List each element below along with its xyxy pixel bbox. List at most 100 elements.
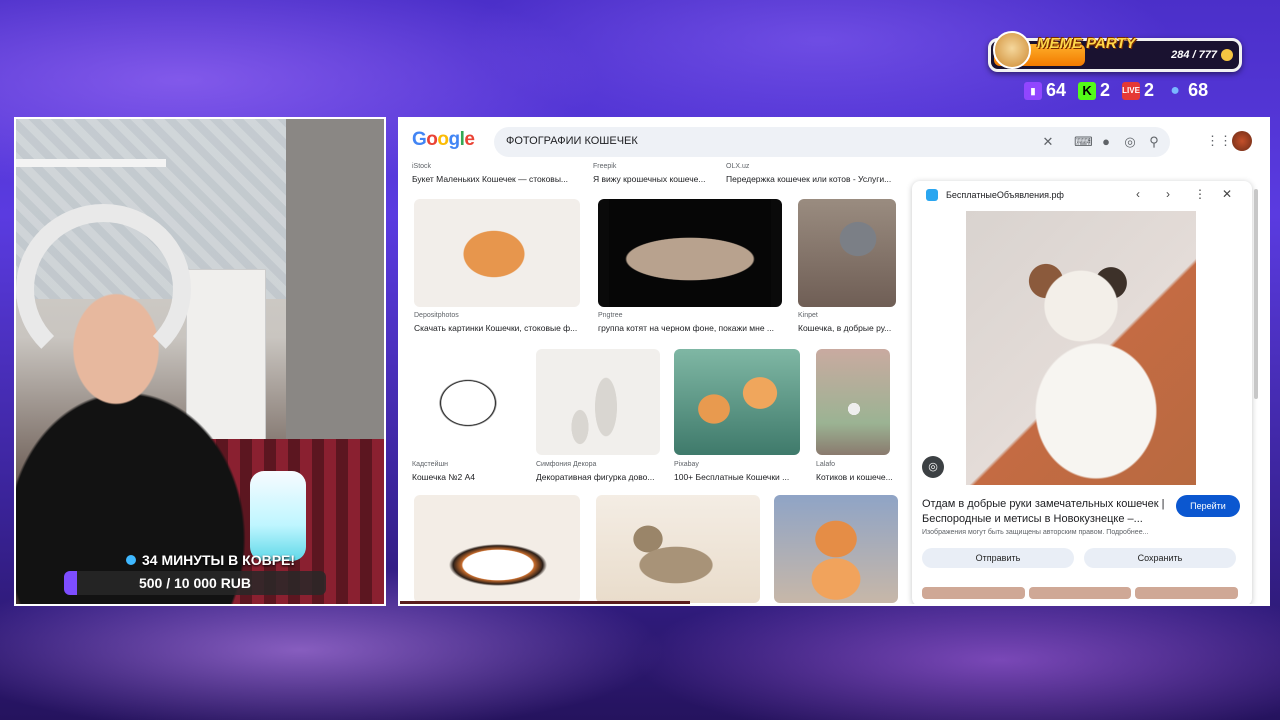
goal-bullet-icon (126, 555, 136, 565)
stat-value: 68 (1188, 80, 1209, 100)
result-source: Depositphotos (414, 312, 459, 319)
result-source: Kinpet (798, 312, 818, 319)
donation-goal-bar: 500 / 10 000 RUB (64, 571, 326, 595)
stat-value: 64 (1046, 80, 1067, 100)
stat-live: LIVE 2 (1122, 80, 1154, 101)
result-source: Lalafo (816, 461, 836, 468)
result-caption: Кошечка, в добрые ру... (798, 323, 892, 333)
result-tile[interactable]: iStock Букет Маленьких Кошечек — стоковы… (412, 163, 582, 187)
result-tile[interactable]: Pngtree группа котят на черном фоне, пок… (598, 199, 782, 333)
meme-party-count: 284 / 777 (1171, 49, 1217, 61)
more-icon[interactable]: ⋮ (1194, 187, 1206, 201)
preview-site-name[interactable]: БесплатныеОбъявления.рф (946, 190, 1064, 200)
kick-icon: K (1078, 81, 1097, 100)
meme-party-widget: MEME PARTY 284 / 777 (988, 31, 1242, 72)
scrollbar[interactable] (1254, 189, 1258, 399)
share-button[interactable]: Отправить (922, 548, 1074, 568)
goal-title: 34 МИНУТЫ В КОВРЕ! (142, 552, 296, 568)
microphone-icon[interactable]: ● (1098, 134, 1114, 150)
cartoon-cats-thumbnail[interactable] (674, 349, 800, 455)
result-tile[interactable]: Симфония Декора Декоративная фигурка дов… (536, 349, 660, 483)
result-caption: группа котят на черном фоне, покажи мне … (598, 323, 775, 333)
result-tile[interactable]: Pixabay 100+ Бесплатные Кошечки ... (674, 349, 800, 483)
kitten-thumbnail[interactable] (414, 199, 580, 307)
copyright-note: Изображения могут быть защищены авторски… (922, 529, 1149, 536)
site-favicon-icon (926, 189, 938, 201)
cam-shelf (16, 159, 166, 167)
calico-cat-thumbnail[interactable] (414, 495, 580, 603)
result-source: Кадстейшн (412, 461, 448, 468)
chevron-left-icon[interactable]: ‹ (1136, 187, 1140, 201)
related-thumbnail[interactable] (1135, 587, 1239, 599)
keyboard-icon[interactable]: ⌨ (1074, 134, 1093, 150)
result-tile[interactable] (774, 495, 898, 603)
donation-goal-text: 500 / 10 000 RUB (138, 575, 252, 591)
search-icon[interactable]: ⚲ (1146, 134, 1162, 150)
figurine-thumbnail[interactable] (536, 349, 660, 455)
result-source: Симфония Декора (536, 461, 597, 468)
related-images-strip (922, 587, 1239, 599)
result-caption: Скачать картинки Кошечки, стоковые ф... (414, 323, 578, 333)
stat-value: 2 (1144, 80, 1155, 100)
result-caption: 100+ Бесплатные Кошечки ... (674, 472, 790, 482)
result-caption: Декоративная фигурка дово... (536, 472, 655, 482)
lens-search-icon[interactable]: ◎ (922, 456, 944, 478)
chevron-right-icon[interactable]: › (1166, 187, 1170, 201)
close-icon[interactable]: ✕ (1222, 187, 1232, 201)
result-tile[interactable]: Freepik Я вижу крошечных кошече... (593, 163, 713, 187)
google-header: Google ФОТОГРАФИИ КОШЕЧЕК ✕ ⌨ ● ◎ ⚲ ⋮⋮ (400, 119, 1268, 163)
avatar[interactable] (1232, 131, 1252, 151)
meme-party-title: MEME PARTY (1037, 35, 1136, 52)
search-bar[interactable]: ФОТОГРАФИИ КОШЕЧЕК ✕ ⌨ ● ◎ ⚲ (494, 127, 1170, 157)
image-preview-panel: БесплатныеОбъявления.рф ‹ › ⋮ ✕ ◎ Отдам … (912, 181, 1252, 604)
doge-icon (993, 31, 1031, 69)
room-cat-thumbnail[interactable] (816, 349, 890, 455)
browser-window: Google ФОТОГРАФИИ КОШЕЧЕК ✕ ⌨ ● ◎ ⚲ ⋮⋮ i… (398, 117, 1270, 606)
live-icon: LIVE (1122, 81, 1141, 100)
result-caption: Кошечка №2 А4 (412, 472, 475, 482)
visit-button[interactable]: Перейти (1176, 495, 1240, 517)
result-tile[interactable] (596, 495, 760, 603)
lens-icon[interactable]: ◎ (1122, 134, 1138, 150)
cam-door (286, 119, 384, 489)
headphones (16, 204, 191, 374)
apps-icon[interactable]: ⋮⋮ (1206, 133, 1232, 149)
share-label: Отправить (975, 553, 1021, 563)
result-caption: Передержка кошечек или котов - Услуги... (726, 174, 892, 184)
emoji-icon (1221, 49, 1233, 61)
tabby-cat-thumbnail[interactable] (596, 495, 760, 603)
stat-twitch: ▮ 64 (1024, 80, 1066, 101)
result-source: Freepik (593, 163, 617, 170)
preview-title[interactable]: Отдам в добрые руки замечательных кошече… (922, 497, 1172, 527)
hello-kitty-thumbnail[interactable] (412, 349, 524, 455)
related-thumbnail[interactable] (922, 587, 1025, 599)
stream-stats: ▮ 64 K 2 LIVE 2 ● 68 (1024, 80, 1208, 101)
result-caption: Букет Маленьких Кошечек — стоковы... (412, 174, 569, 184)
result-tile[interactable]: Kinpet Кошечка, в добрые ру... (798, 199, 896, 333)
result-tile[interactable]: Depositphotos Скачать картинки Кошечки, … (414, 199, 580, 333)
google-logo[interactable]: Google (412, 129, 475, 151)
twitch-icon: ▮ (1024, 81, 1042, 100)
save-button[interactable]: Сохранить (1084, 548, 1236, 568)
goal-header: 34 МИНУТЫ В КОВРЕ! (126, 552, 295, 568)
result-caption: Котиков и кошече... (816, 472, 893, 482)
result-tile[interactable] (414, 495, 580, 603)
result-source: Pixabay (674, 461, 699, 468)
result-tile[interactable]: OLX.uz Передержка кошечек или котов - Ус… (726, 163, 896, 187)
related-thumbnail[interactable] (1028, 587, 1132, 599)
humidifier-lamp (250, 471, 306, 561)
result-source: Pngtree (598, 312, 623, 319)
save-label: Сохранить (1137, 553, 1183, 563)
viewers-icon: ● (1170, 81, 1180, 99)
result-tile[interactable]: Кадстейшн Кошечка №2 А4 (412, 349, 524, 483)
cat-thumbnail[interactable] (798, 199, 896, 307)
search-input[interactable]: ФОТОГРАФИИ КОШЕЧЕК (506, 135, 638, 147)
preview-kitten-image[interactable] (966, 211, 1196, 485)
result-source: iStock (412, 163, 432, 170)
clear-icon[interactable]: ✕ (1040, 134, 1056, 150)
orange-kitten-thumbnail[interactable] (774, 495, 898, 603)
result-caption: Я вижу крошечных кошече... (593, 174, 706, 184)
image-results: iStock Букет Маленьких Кошечек — стоковы… (400, 163, 906, 604)
result-tile[interactable]: Lalafo Котиков и кошече... (816, 349, 898, 483)
kittens-thumbnail[interactable] (598, 199, 782, 307)
